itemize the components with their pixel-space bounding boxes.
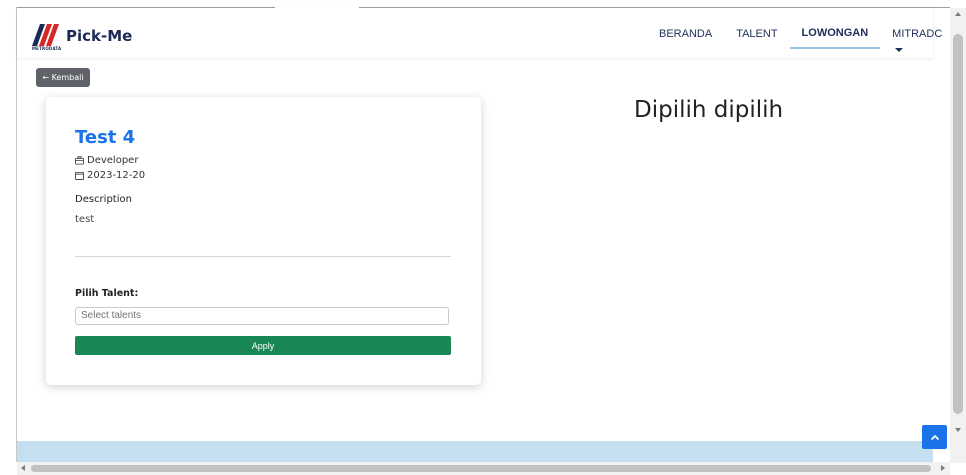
selected-heading: Dipilih dipilih	[634, 97, 784, 123]
horizontal-scrollbar[interactable]	[17, 462, 950, 475]
scroll-to-top-button[interactable]	[922, 425, 947, 449]
window-left-border	[16, 7, 17, 462]
job-role-row: Developer	[75, 155, 138, 166]
description-label: Description	[75, 194, 132, 205]
window-tab-gap	[275, 0, 359, 8]
job-card: Test 4 Developer 2023-12-20 Description …	[46, 97, 481, 385]
card-divider	[75, 256, 451, 257]
main-nav: BERANDA TALENT LOWONGAN MITRADC	[647, 25, 954, 53]
select-talents-input[interactable]	[75, 307, 449, 325]
scroll-right-arrow-icon[interactable]	[941, 465, 945, 471]
description-text: test	[75, 214, 95, 225]
job-date-row: 2023-12-20	[75, 170, 145, 181]
scroll-left-arrow-icon[interactable]	[21, 465, 25, 471]
brand-sub-label: METRODATA	[32, 46, 62, 51]
brand-name: Pick-Me	[66, 27, 133, 45]
nav-item-talent[interactable]: TALENT	[724, 26, 789, 48]
chevron-up-icon	[930, 434, 939, 440]
caret-down-icon	[895, 48, 904, 53]
apply-button[interactable]: Apply	[75, 336, 451, 355]
nav-item-beranda[interactable]: BERANDA	[647, 26, 724, 48]
back-button[interactable]: ← Kembali	[36, 68, 90, 87]
pilih-talent-label: Pilih Talent:	[75, 288, 139, 299]
job-role: Developer	[87, 155, 139, 166]
briefcase-icon	[75, 156, 84, 165]
calendar-icon	[75, 171, 84, 180]
brand-logo-icon: METRODATA	[32, 24, 64, 51]
vertical-scrollbar-thumb[interactable]	[953, 34, 963, 414]
scroll-down-arrow-icon[interactable]	[955, 428, 961, 432]
navbar: METRODATA Pick-Me BERANDA TALENT LOWONGA…	[17, 8, 942, 58]
nav-item-mitradc-dropdown[interactable]: MITRADC	[880, 26, 954, 53]
job-date: 2023-12-20	[87, 170, 146, 181]
footer-band	[17, 441, 933, 462]
brand[interactable]: METRODATA Pick-Me	[32, 24, 133, 51]
nav-item-lowongan[interactable]: LOWONGAN	[789, 25, 881, 49]
scroll-up-arrow-icon[interactable]	[955, 12, 961, 16]
vertical-scrollbar[interactable]	[950, 8, 966, 463]
nav-item-mitradc-label: MITRADC	[892, 28, 943, 40]
horizontal-scrollbar-thumb[interactable]	[31, 465, 931, 472]
screen: METRODATA Pick-Me BERANDA TALENT LOWONGA…	[0, 0, 966, 475]
job-title: Test 4	[75, 127, 136, 148]
